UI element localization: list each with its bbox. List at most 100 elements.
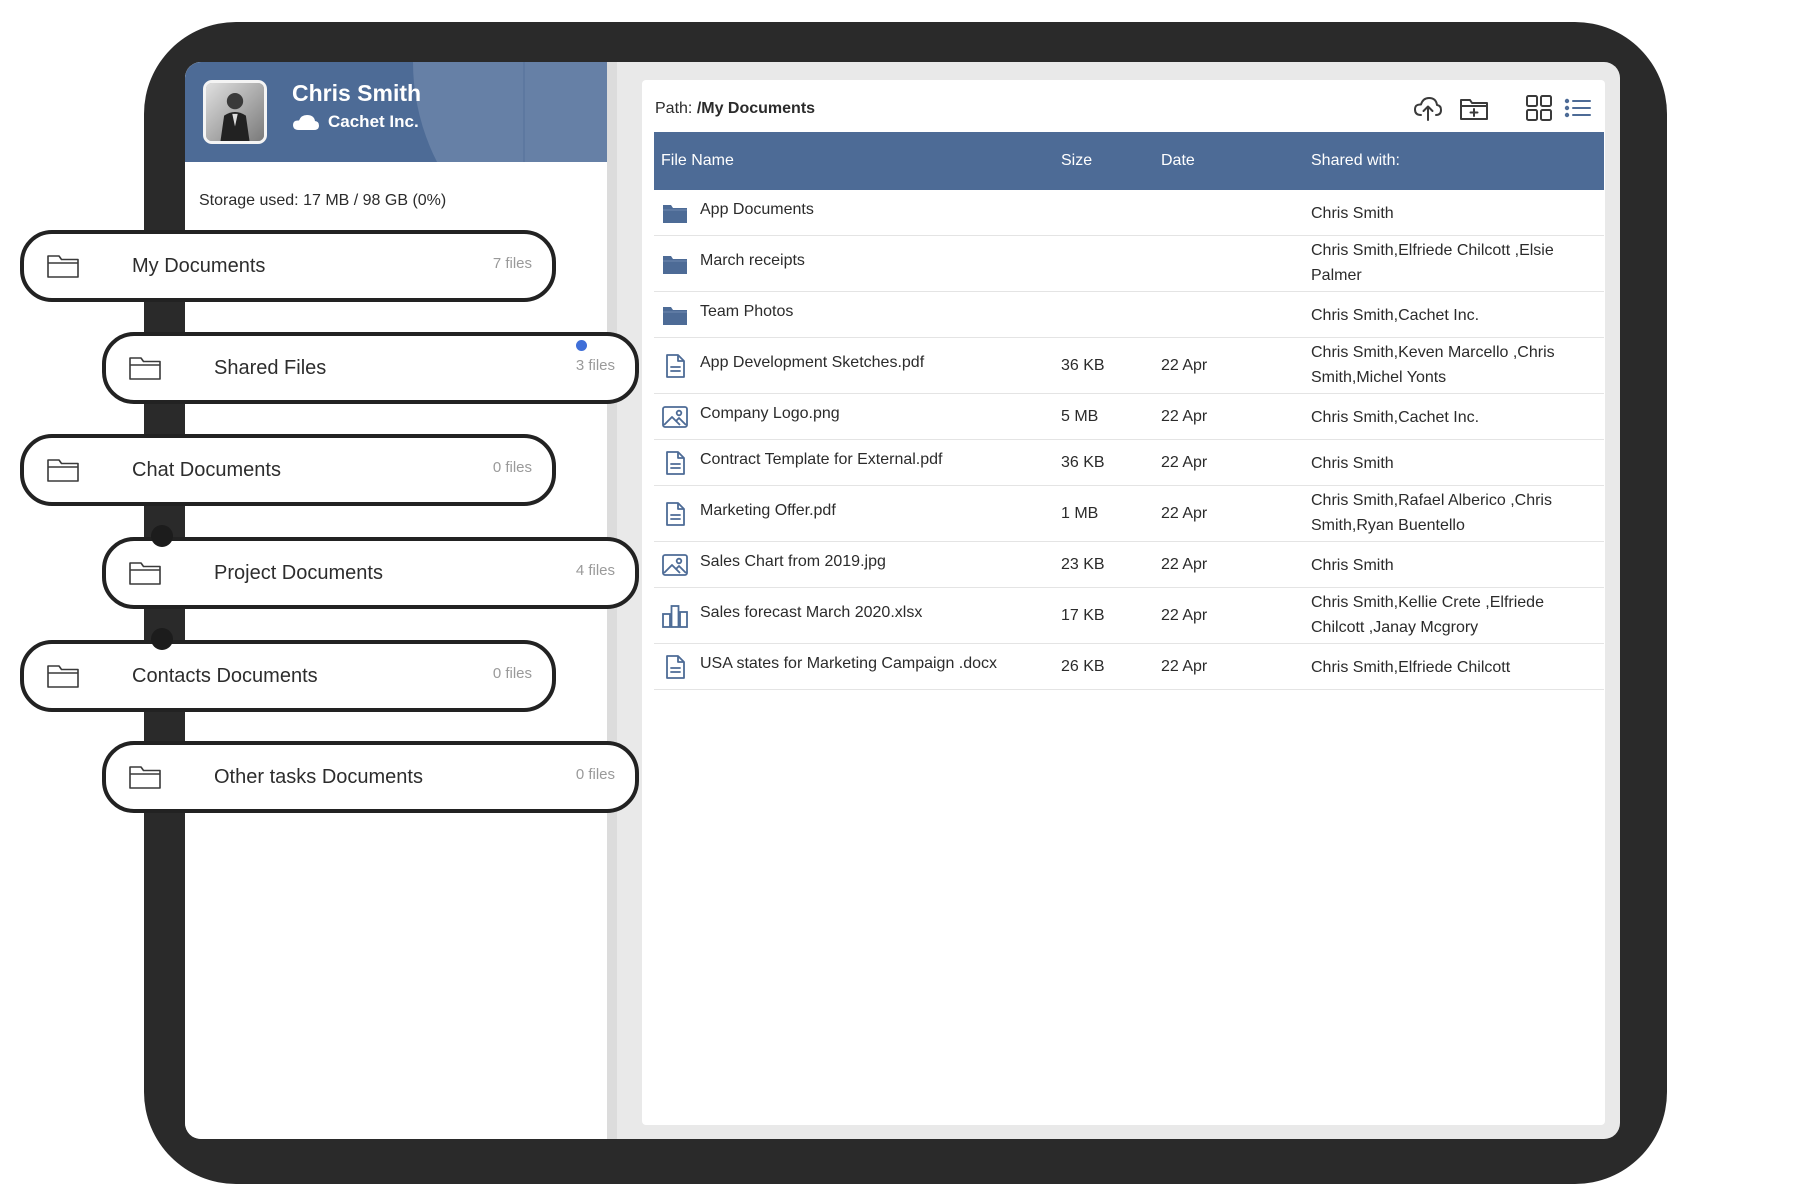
shared-with: Chris Smith,Elfriede Chilcott ,Elsie Pal… <box>1311 242 1554 284</box>
company-name: Cachet Inc. <box>292 112 419 132</box>
path-breadcrumb: Path: /My Documents <box>655 100 815 118</box>
folder-file-count: 7 files <box>492 255 532 272</box>
file-size: 36 KB <box>1061 454 1105 471</box>
column-file-name[interactable]: File Name <box>661 132 734 190</box>
column-date[interactable]: Date <box>1161 132 1195 190</box>
table-row[interactable]: Company Logo.png 5 MB 22 Apr Chris Smith,Ca… <box>654 394 1604 440</box>
file-date: 22 Apr <box>1161 454 1208 471</box>
folder-item[interactable]: My Documents 7 files <box>20 230 556 302</box>
shared-with: Chris Smith <box>1311 557 1394 574</box>
folder-outline-icon <box>46 252 80 280</box>
table-row[interactable]: Marketing Offer.pdf 1 MB 22 Apr Chris Smith… <box>654 486 1604 542</box>
folder-file-count: 0 files <box>575 766 615 783</box>
column-size[interactable]: Size <box>1061 132 1092 190</box>
folder-name: Chat Documents <box>132 459 281 481</box>
shared-with: Chris Smith,Kellie Crete ,Elfriede Chilc… <box>1311 594 1544 636</box>
file-size: 17 KB <box>1061 607 1105 624</box>
folder-icon <box>661 301 689 329</box>
document-icon <box>661 352 689 380</box>
folder-name: Shared Files <box>214 357 327 379</box>
table-row[interactable]: March receipts Chris Smith,Elfriede Chilc… <box>654 236 1604 292</box>
document-icon <box>661 653 689 681</box>
file-date: 22 Apr <box>1161 556 1208 573</box>
file-browser: Path: /My Documents File Name Size Date … <box>642 80 1605 1125</box>
file-name: USA states for Marketing Campaign .docx <box>700 655 998 672</box>
folder-outline-icon <box>128 559 162 587</box>
cloud-upload-icon[interactable] <box>1412 93 1444 123</box>
table-row[interactable]: App Development Sketches.pdf 36 KB 22 Apr C… <box>654 338 1604 394</box>
table-row[interactable]: USA states for Marketing Campaign .docx 2… <box>654 644 1604 690</box>
file-size: 23 KB <box>1061 556 1105 573</box>
file-name: App Documents <box>700 201 814 218</box>
folder-item[interactable]: Contacts Documents 0 files <box>20 640 556 712</box>
bar-chart-icon <box>661 602 689 630</box>
folder-outline-icon <box>128 763 162 791</box>
table-row[interactable]: Sales Chart from 2019.jpg 23 KB 22 Apr Chri… <box>654 542 1604 588</box>
file-name: March receipts <box>700 252 805 269</box>
folder-name: Project Documents <box>214 562 383 584</box>
table-row[interactable]: Contract Template for External.pdf 36 KB 2… <box>654 440 1604 486</box>
image-icon <box>661 403 689 431</box>
file-date: 22 Apr <box>1161 505 1208 522</box>
image-icon <box>661 551 689 579</box>
table-row[interactable]: Team Photos Chris Smith,Cachet Inc. <box>654 292 1604 338</box>
file-name: App Development Sketches.pdf <box>700 354 925 371</box>
file-name: Team Photos <box>700 303 794 320</box>
file-size: 1 MB <box>1061 505 1099 522</box>
new-folder-icon[interactable] <box>1458 93 1490 123</box>
path-value: /My Documents <box>696 100 816 117</box>
file-name: Marketing Offer.pdf <box>700 502 836 519</box>
shared-with: Chris Smith,Cachet Inc. <box>1311 307 1480 324</box>
folder-file-count: 0 files <box>492 459 532 476</box>
shared-with: Chris Smith <box>1311 205 1394 222</box>
path-label: Path: <box>655 100 693 117</box>
folder-name: My Documents <box>132 255 266 277</box>
shared-with: Chris Smith,Elfriede Chilcott <box>1311 659 1511 676</box>
storage-usage: Storage used: 17 MB / 98 GB (0%) <box>199 192 447 209</box>
folder-file-count: 0 files <box>492 665 532 682</box>
file-date: 22 Apr <box>1161 658 1208 675</box>
column-shared-with[interactable]: Shared with: <box>1311 132 1400 190</box>
table-row[interactable]: Sales forecast March 2020.xlsx 17 KB 22 Ap… <box>654 588 1604 644</box>
folder-outline-icon <box>46 456 80 484</box>
file-size: 36 KB <box>1061 357 1105 374</box>
table-header: File Name Size Date Shared with: <box>654 132 1604 190</box>
list-view-icon[interactable] <box>1562 93 1594 123</box>
file-table-body: App Documents Chris Smith March receipts Ch… <box>654 190 1604 690</box>
folder-icon <box>661 199 689 227</box>
folder-name: Other tasks Documents <box>214 766 423 788</box>
file-size: 26 KB <box>1061 658 1105 675</box>
avatar[interactable] <box>203 80 267 144</box>
table-row[interactable]: App Documents Chris Smith <box>654 190 1604 236</box>
file-name: Company Logo.png <box>700 405 840 422</box>
file-name: Contract Template for External.pdf <box>700 451 943 468</box>
file-date: 22 Apr <box>1161 607 1208 624</box>
frame-detail <box>151 628 173 650</box>
folder-item[interactable]: Shared Files 3 files <box>102 332 639 404</box>
folder-icon <box>661 250 689 278</box>
shared-with: Chris Smith <box>1311 455 1394 472</box>
folder-outline-icon <box>128 354 162 382</box>
folder-item[interactable]: Project Documents 4 files <box>102 537 639 609</box>
folder-file-count: 4 files <box>575 562 615 579</box>
shared-with: Chris Smith,Rafael Alberico ,Chris Smith… <box>1311 492 1552 534</box>
file-size: 5 MB <box>1061 408 1099 425</box>
file-date: 22 Apr <box>1161 408 1208 425</box>
user-name: Chris Smith <box>292 80 422 106</box>
shared-with: Chris Smith,Keven Marcello ,Chris Smith,… <box>1311 344 1555 386</box>
folder-item[interactable]: Other tasks Documents 0 files <box>102 741 639 813</box>
file-name: Sales forecast March 2020.xlsx <box>700 604 923 621</box>
grid-view-icon[interactable] <box>1523 93 1555 123</box>
folder-outline-icon <box>46 662 80 690</box>
shared-with: Chris Smith,Cachet Inc. <box>1311 409 1480 426</box>
frame-detail <box>151 525 173 547</box>
document-icon <box>661 500 689 528</box>
file-date: 22 Apr <box>1161 357 1208 374</box>
file-name: Sales Chart from 2019.jpg <box>700 553 886 570</box>
cloud-icon <box>293 115 319 130</box>
notification-dot <box>576 340 587 351</box>
folder-item[interactable]: Chat Documents 0 files <box>20 434 556 506</box>
folder-name: Contacts Documents <box>132 665 318 687</box>
profile-header: Chris Smith Cachet Inc. <box>185 62 607 162</box>
company-label: Cachet Inc. <box>328 112 419 131</box>
